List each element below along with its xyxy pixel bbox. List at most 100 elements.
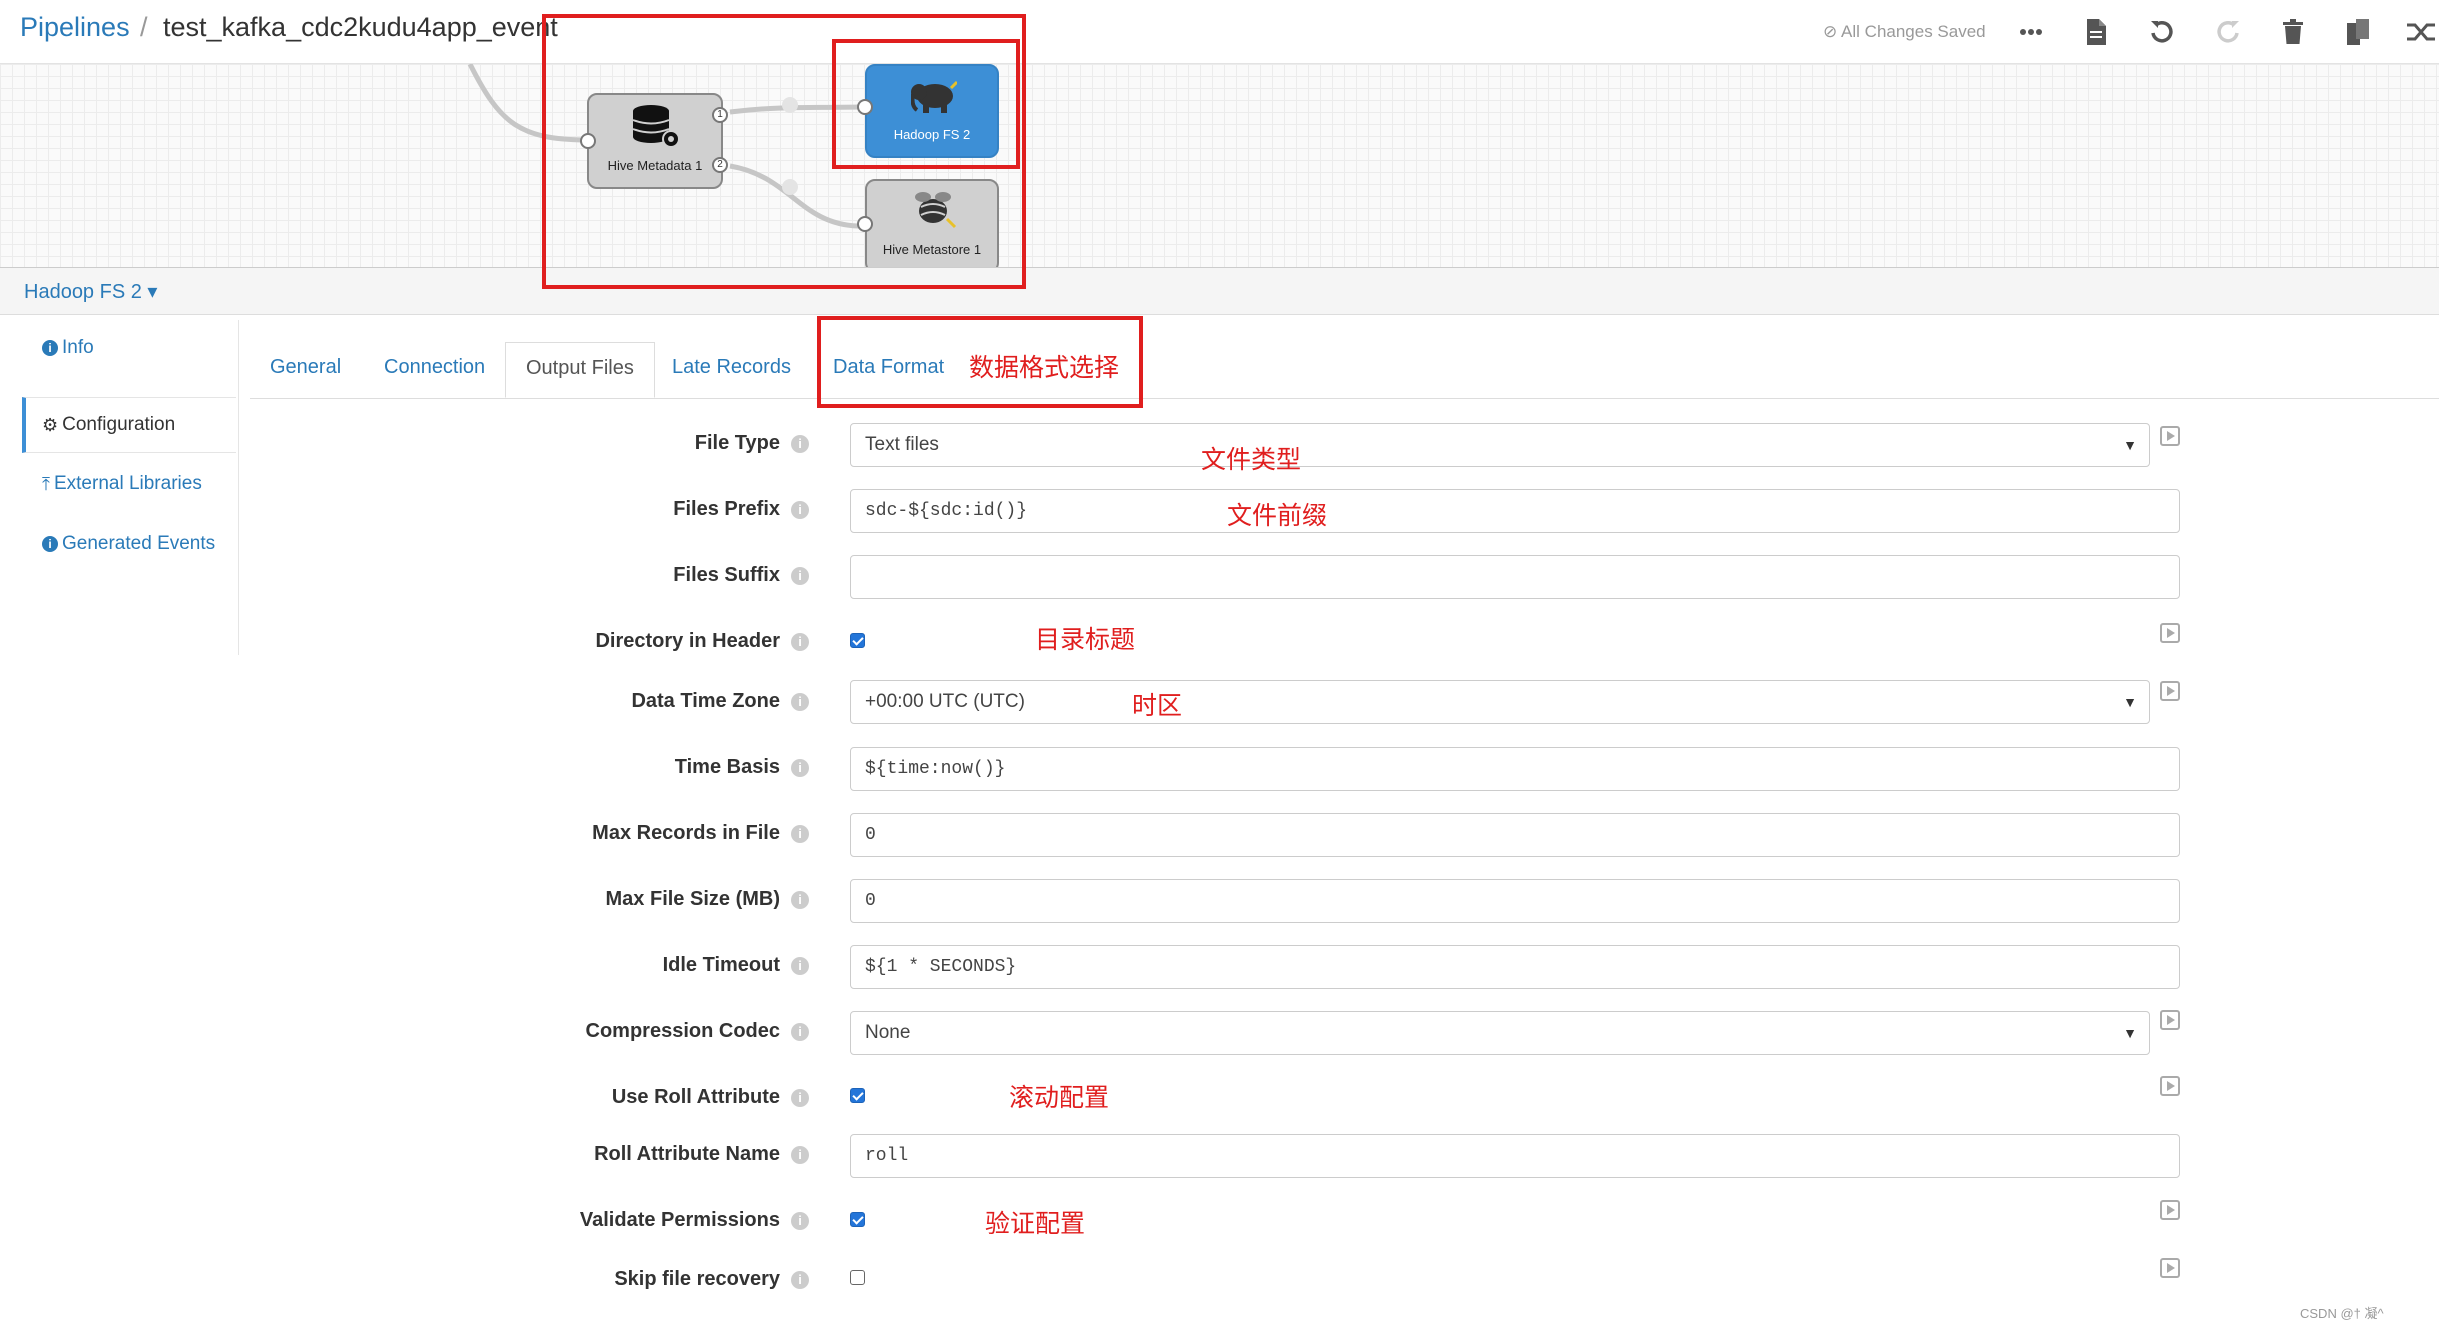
expression-toggle-icon[interactable] — [2160, 1258, 2180, 1278]
redo-icon — [2217, 21, 2239, 43]
annotation-roll: 滚动配置 — [1009, 1084, 1110, 1112]
info-icon[interactable]: i — [791, 693, 809, 711]
tab-general[interactable]: General — [250, 342, 361, 398]
chevron-down-icon: ▼ — [2123, 694, 2137, 710]
time-basis-input[interactable]: ${time:now()} — [850, 747, 2180, 791]
stage-title-bar: Hadoop FS 2 ▾ — [0, 268, 2439, 315]
info-icon[interactable]: i — [791, 957, 809, 975]
annotation-validate: 验证配置 — [985, 1210, 1086, 1238]
document-icon — [2087, 19, 2106, 45]
sidebar-item-external-libraries[interactable]: ⤒ External Libraries — [22, 456, 236, 512]
config-sidebar: i Info ⚙ Configuration ⤒ External Librar… — [0, 320, 239, 655]
undo-icon — [2151, 21, 2173, 43]
files-prefix-input[interactable]: sdc-${sdc:id()} — [850, 489, 2180, 533]
max-file-size-input[interactable]: 0 — [850, 879, 2180, 923]
annotation-files-prefix: 文件前缀 — [1227, 502, 1328, 530]
pipeline-info-button[interactable] — [2078, 14, 2114, 50]
info-icon[interactable]: i — [791, 633, 809, 651]
sidebar-item-info[interactable]: i Info — [22, 320, 236, 376]
roll-attribute-name-input[interactable]: roll — [850, 1134, 2180, 1178]
compression-codec-label: Compression Codec — [585, 1020, 780, 1042]
info-icon[interactable]: i — [791, 825, 809, 843]
sidebar-item-label: Generated Events — [62, 533, 216, 554]
expression-toggle-icon[interactable] — [2160, 623, 2180, 643]
annotation-time-zone: 时区 — [1132, 692, 1183, 720]
idle-timeout-input[interactable]: ${1 * SECONDS} — [850, 945, 2180, 989]
expression-toggle-icon[interactable] — [2160, 1200, 2180, 1220]
file-type-label: File Type — [694, 432, 780, 454]
time-basis-label: Time Basis — [674, 756, 780, 778]
max-records-label: Max Records in File — [592, 822, 780, 844]
tab-connection[interactable]: Connection — [364, 342, 505, 398]
info-icon[interactable]: i — [791, 567, 809, 585]
info-icon[interactable]: i — [791, 1023, 809, 1041]
shuffle-icon — [2407, 23, 2435, 41]
expression-toggle-icon[interactable] — [2160, 426, 2180, 446]
sidebar-item-label: Info — [62, 337, 94, 358]
info-icon[interactable]: i — [791, 759, 809, 777]
info-icon[interactable]: i — [791, 1271, 809, 1289]
use-roll-attribute-checkbox[interactable] — [850, 1088, 865, 1103]
delete-button[interactable] — [2275, 14, 2311, 50]
annotation-file-type: 文件类型 — [1201, 446, 1302, 474]
idle-timeout-label: Idle Timeout — [662, 954, 780, 976]
files-prefix-label: Files Prefix — [673, 498, 780, 520]
tab-output-files[interactable]: Output Files — [505, 342, 655, 398]
undo-button[interactable] — [2144, 14, 2180, 50]
watermark: CSDN @† 凝^ — [2300, 1306, 2384, 1321]
check-circle-icon: ⊘ — [1823, 22, 1838, 41]
skip-file-recovery-label: Skip file recovery — [614, 1268, 780, 1290]
validate-permissions-checkbox[interactable] — [850, 1212, 865, 1227]
expression-toggle-icon[interactable] — [2160, 1076, 2180, 1096]
redo-button[interactable] — [2210, 14, 2246, 50]
data-time-zone-value: +00:00 UTC (UTC) — [865, 691, 1025, 712]
expression-toggle-icon[interactable] — [2160, 1010, 2180, 1030]
sidebar-item-label: External Libraries — [53, 473, 202, 494]
chevron-down-icon: ▼ — [2123, 1025, 2137, 1041]
data-time-zone-select[interactable]: +00:00 UTC (UTC) ▼ — [850, 680, 2150, 724]
info-icon[interactable]: i — [791, 891, 809, 909]
upload-icon: ⤒ — [42, 473, 50, 494]
sidebar-item-configuration[interactable]: ⚙ Configuration — [22, 397, 236, 453]
files-suffix-label: Files Suffix — [673, 564, 780, 586]
annotation-directory-header: 目录标题 — [1035, 626, 1136, 654]
duplicate-button[interactable] — [2341, 14, 2377, 50]
roll-attribute-name-label: Roll Attribute Name — [594, 1143, 780, 1165]
hadoop-node-highlight-box — [832, 39, 1020, 169]
sidebar-item-generated-events[interactable]: i Generated Events — [22, 516, 236, 572]
config-tabs: General Connection Output Files Late Rec… — [250, 342, 2439, 399]
pipeline-title: test_kafka_cdc2kudu4app_event — [163, 12, 558, 42]
more-options-button[interactable] — [2013, 14, 2049, 50]
expression-toggle-icon[interactable] — [2160, 681, 2180, 701]
copy-icon — [2347, 19, 2369, 45]
validate-permissions-label: Validate Permissions — [579, 1209, 780, 1231]
compression-codec-value: None — [865, 1022, 911, 1043]
info-icon[interactable]: i — [791, 501, 809, 519]
directory-in-header-checkbox[interactable] — [850, 633, 865, 648]
tab-late-records[interactable]: Late Records — [652, 342, 811, 398]
info-icon[interactable]: i — [791, 1146, 809, 1164]
info-circle-icon: i — [42, 536, 58, 552]
stage-dropdown[interactable]: Hadoop FS 2 ▾ — [24, 279, 157, 304]
top-bar: Pipelines / test_kafka_cdc2kudu4app_even… — [0, 0, 2439, 64]
info-icon[interactable]: i — [791, 1089, 809, 1107]
directory-in-header-label: Directory in Header — [595, 630, 780, 652]
max-file-size-label: Max File Size (MB) — [605, 888, 780, 910]
pipeline-canvas[interactable]: Hive Metadata 1 1 2 Hadoop FS 2 Hive Met… — [0, 64, 2439, 268]
file-type-value: Text files — [865, 434, 939, 455]
compression-codec-select[interactable]: None ▼ — [850, 1011, 2150, 1055]
info-icon[interactable]: i — [791, 435, 809, 453]
data-time-zone-label: Data Time Zone — [631, 690, 780, 712]
max-records-input[interactable]: 0 — [850, 813, 2180, 857]
info-circle-icon: i — [42, 340, 58, 356]
files-suffix-input[interactable] — [850, 555, 2180, 599]
info-icon[interactable]: i — [791, 1212, 809, 1230]
ellipsis-icon — [2020, 29, 2042, 35]
breadcrumb-pipelines-link[interactable]: Pipelines — [20, 12, 130, 43]
auto-arrange-button[interactable] — [2405, 14, 2439, 50]
save-status: ⊘ All Changes Saved — [1823, 22, 1986, 42]
skip-file-recovery-checkbox[interactable] — [850, 1270, 865, 1285]
file-type-select[interactable]: Text files ▼ — [850, 423, 2150, 467]
sidebar-item-label: Configuration — [62, 414, 176, 435]
gear-icon: ⚙ — [42, 414, 59, 435]
